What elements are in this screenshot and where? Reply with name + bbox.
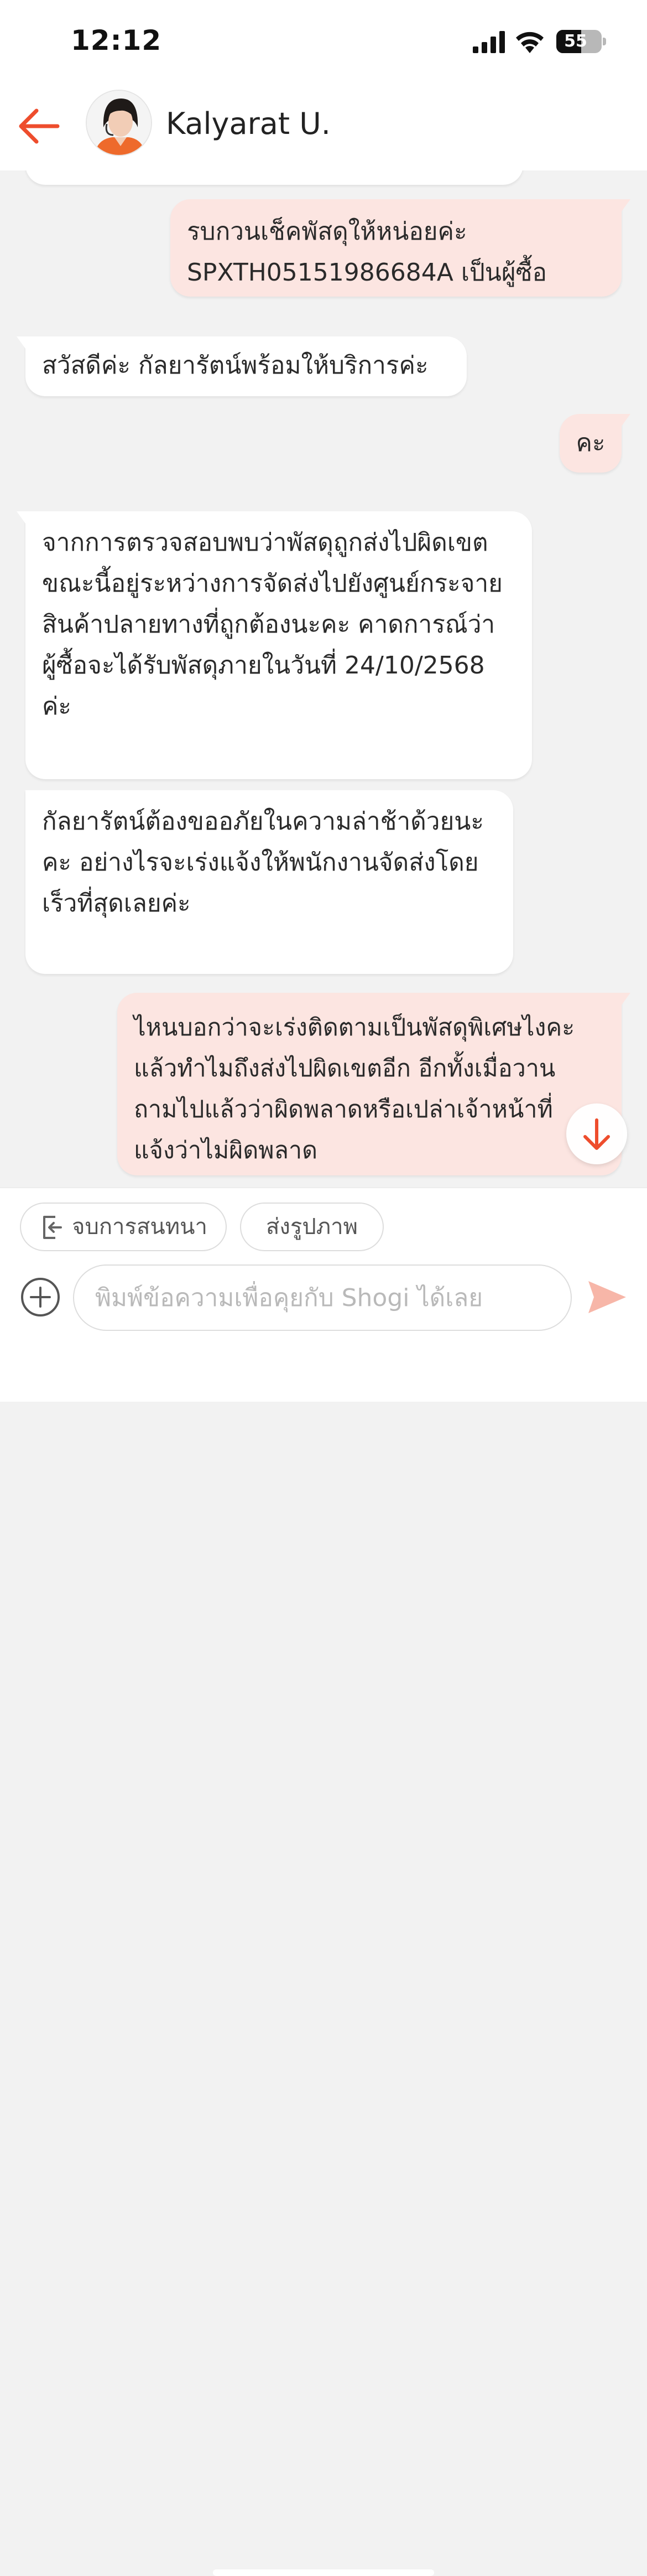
arrow-down-icon xyxy=(583,1118,610,1150)
message-text: คะ xyxy=(576,429,606,457)
message-text: ไหนบอกว่าจะเร่งติดตามเป็นพัสดุพิเศษไงคะ … xyxy=(134,1014,575,1164)
home-indicator xyxy=(213,2569,434,2576)
status-bar: 12:12 55 xyxy=(0,0,647,83)
battery-icon: 55 xyxy=(556,30,602,53)
bubble-tail xyxy=(17,511,25,524)
send-photo-label: ส่งรูปภาพ xyxy=(265,1214,358,1240)
agent-avatar-image xyxy=(87,91,151,155)
composer-bar: จบการสนทนา ส่งรูปภาพ xyxy=(0,1188,647,2576)
exit-icon xyxy=(43,1216,62,1239)
bubble-tail xyxy=(622,414,630,426)
battery-percentage: 55 xyxy=(564,32,587,51)
message-text: สวัสดีค่ะ กัลยารัตน์พร้อมให้บริการค่ะ xyxy=(42,351,429,380)
back-button[interactable] xyxy=(17,104,63,148)
message-bubble-incoming: สวัสดีค่ะ กัลยารัตน์พร้อมให้บริการค่ะ xyxy=(17,336,467,396)
message-text: กัลยารัตน์ต้องขออภัยในความล่าช้าด้วยนะ ค… xyxy=(42,807,484,918)
message-input[interactable] xyxy=(73,1264,572,1331)
contact-name[interactable]: Kalyarat U. xyxy=(166,106,331,141)
wifi-icon xyxy=(516,32,544,53)
message-bubble-outgoing: รบกวนเช็คพัสดุให้หน่อยค่ะ SPXTH051519866… xyxy=(170,199,630,297)
message-text: จากการตรวจสอบพบว่าพัสดุถูกส่งไปผิดเขต ขณ… xyxy=(42,528,503,721)
battery-cap xyxy=(603,38,606,45)
send-button[interactable] xyxy=(587,1279,627,1315)
message-list[interactable]: รบกวนเช็คพัสดุให้หน่อยค่ะ SPXTH051519866… xyxy=(0,170,647,1188)
scroll-to-bottom-button[interactable] xyxy=(566,1103,627,1164)
send-photo-button[interactable]: ส่งรูปภาพ xyxy=(240,1203,384,1251)
message-bubble-incoming: จากการตรวจสอบพบว่าพัสดุถูกส่งไปผิดเขต ขณ… xyxy=(17,511,532,779)
avatar[interactable] xyxy=(86,90,152,156)
send-icon xyxy=(588,1281,626,1313)
partial-message-bubble xyxy=(25,170,523,185)
bubble-tail xyxy=(622,993,630,1005)
end-chat-button[interactable]: จบการสนทนา xyxy=(20,1203,227,1251)
status-time: 12:12 xyxy=(71,24,162,56)
add-button[interactable] xyxy=(20,1277,61,1318)
message-bubble-incoming: กัลยารัตน์ต้องขออภัยในความล่าช้าด้วยนะ ค… xyxy=(25,790,513,974)
arrow-left-icon xyxy=(19,108,60,144)
bubble-tail xyxy=(622,199,630,211)
cellular-signal-icon xyxy=(473,31,505,53)
message-bubble-outgoing: คะ xyxy=(560,414,630,473)
message-text: รบกวนเช็คพัสดุให้หน่อยค่ะ SPXTH051519866… xyxy=(187,217,547,287)
end-chat-label: จบการสนทนา xyxy=(72,1214,207,1240)
bubble-tail xyxy=(17,336,25,349)
chat-header: Kalyarat U. xyxy=(0,83,647,170)
plus-circle-icon xyxy=(21,1278,60,1316)
message-bubble-outgoing: ไหนบอกว่าจะเร่งติดตามเป็นพัสดุพิเศษไงคะ … xyxy=(117,993,630,1175)
